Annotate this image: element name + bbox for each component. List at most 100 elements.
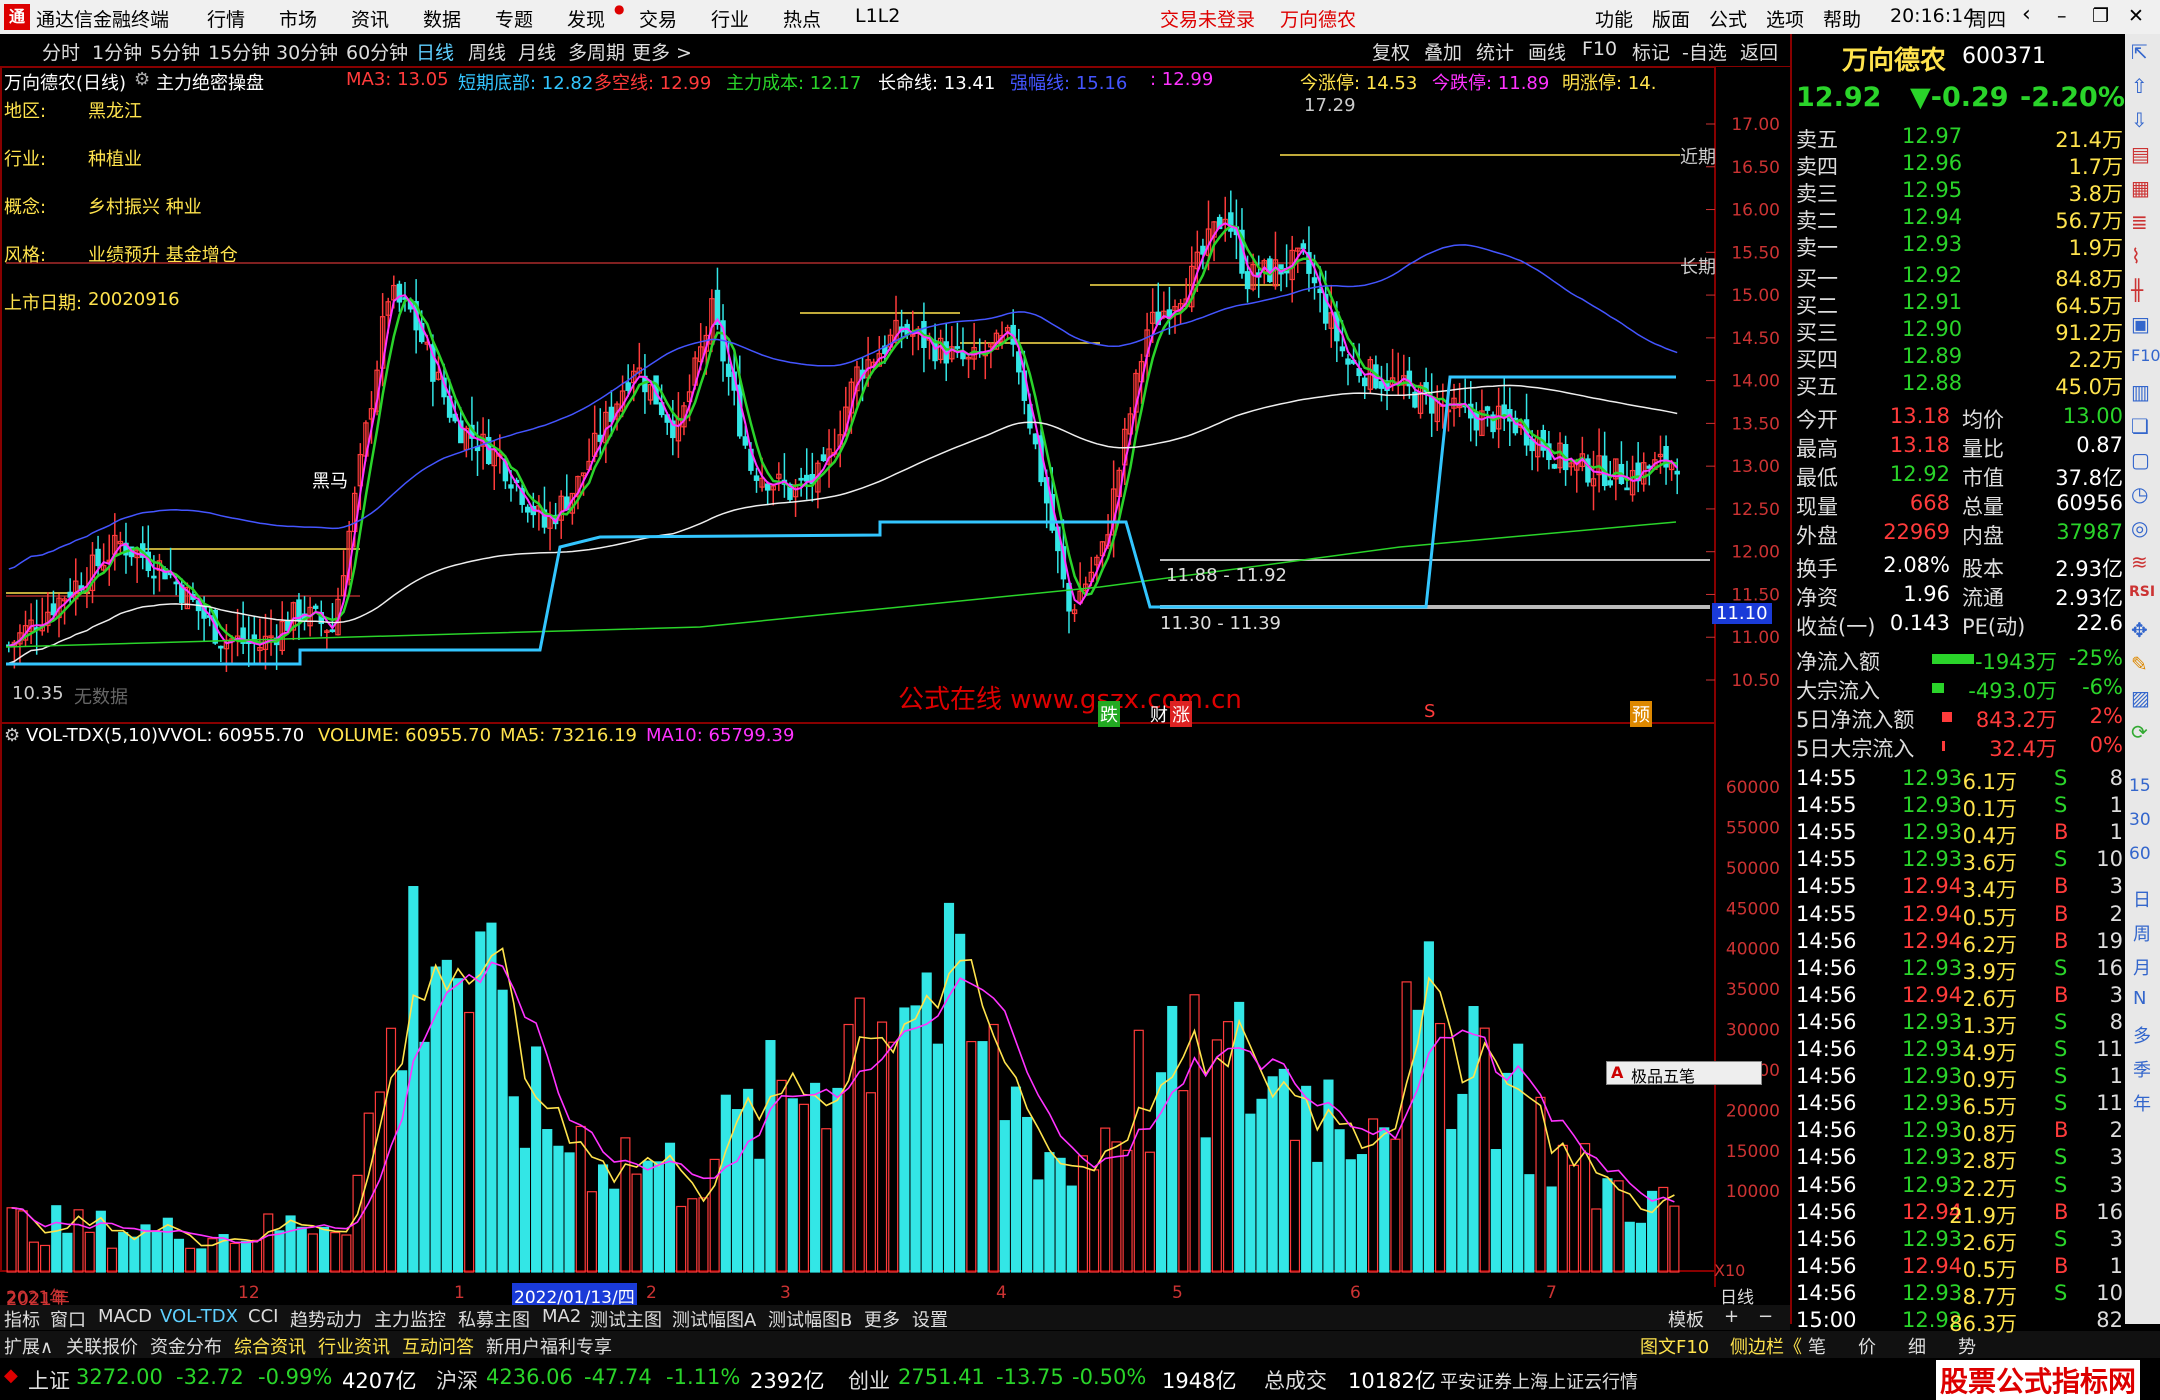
- table-icon[interactable]: ▣: [2131, 312, 2150, 336]
- remove-icon[interactable]: −: [1758, 1306, 1773, 1327]
- menu-item-news[interactable]: 资讯: [351, 5, 389, 32]
- menu-item-options[interactable]: 选项: [1766, 5, 1804, 32]
- menu-item-data[interactable]: 数据: [423, 5, 461, 32]
- menu-item-layout[interactable]: 版面: [1652, 5, 1690, 32]
- menu-item-discover[interactable]: 发现: [567, 5, 605, 32]
- tab-related-quote[interactable]: 关联报价: [66, 1333, 138, 1359]
- side-num-30[interactable]: 30: [2129, 810, 2151, 830]
- tab-fund-dist[interactable]: 资金分布: [150, 1333, 222, 1359]
- side-week[interactable]: 周: [2133, 920, 2151, 946]
- tab-f10-graph[interactable]: 图文F10: [1640, 1333, 1709, 1359]
- tab-macd[interactable]: MACD: [98, 1306, 152, 1327]
- box-icon[interactable]: ▢: [2131, 448, 2150, 472]
- move-icon[interactable]: ✥: [2131, 618, 2148, 642]
- grid-icon[interactable]: ▦: [2131, 176, 2150, 200]
- tab-cci[interactable]: CCI: [248, 1306, 278, 1327]
- tab-test-main[interactable]: 测试主图: [590, 1306, 662, 1332]
- tab-period-weekly[interactable]: 周线: [468, 38, 506, 65]
- tool-adjust[interactable]: 复权: [1372, 38, 1410, 65]
- copy-icon[interactable]: ❏: [2131, 414, 2149, 438]
- clock-icon[interactable]: ◷: [2131, 482, 2148, 506]
- menu-item-help[interactable]: 帮助: [1823, 5, 1861, 32]
- tab-private-main[interactable]: 私募主图: [458, 1306, 530, 1332]
- side-day[interactable]: 日: [2133, 886, 2151, 912]
- menu-item-l1l2[interactable]: L1L2: [855, 5, 900, 27]
- menu-item-topics[interactable]: 专题: [495, 5, 533, 32]
- side-season[interactable]: 季: [2133, 1056, 2151, 1082]
- chart-area[interactable]: 17.00 16.50 16.00 15.50 15.00 14.50 14.00 13.50…: [0, 66, 1790, 1310]
- chart-icon[interactable]: ▤: [2131, 142, 2150, 166]
- tab-new-user[interactable]: 新用户福利专享: [486, 1333, 612, 1359]
- menu-item-hot[interactable]: 热点: [783, 5, 821, 32]
- tab-price[interactable]: 价: [1858, 1333, 1876, 1359]
- tab-window[interactable]: 窗口: [50, 1306, 86, 1332]
- wave-icon[interactable]: ≋: [2131, 550, 2148, 574]
- indicator-gear-icon[interactable]: ⚙: [134, 69, 150, 90]
- tab-period-1m[interactable]: 1分钟: [92, 38, 142, 65]
- refresh-icon[interactable]: ⟳: [2131, 720, 2148, 744]
- side-n[interactable]: N: [2133, 988, 2146, 1009]
- pen-icon[interactable]: ✎: [2131, 652, 2148, 676]
- ime-toolbar[interactable]: A 极品五笔: [1606, 1061, 1762, 1086]
- menu-item-trade[interactable]: 交易: [639, 5, 677, 32]
- tab-qa[interactable]: 互动问答: [402, 1333, 474, 1359]
- tab-period-multi[interactable]: 多周期: [568, 38, 625, 65]
- tab-trend-power[interactable]: 趋势动力: [290, 1306, 362, 1332]
- side-num-15[interactable]: 15: [2129, 776, 2151, 796]
- arrow-up-icon[interactable]: ⇧: [2131, 74, 2148, 98]
- tab-expand[interactable]: 扩展∧: [4, 1333, 53, 1359]
- tool-return[interactable]: 返回: [1740, 38, 1778, 65]
- tab-test-b[interactable]: 测试幅图B: [768, 1306, 852, 1332]
- back-icon[interactable]: ‹: [2022, 2, 2031, 27]
- line-icon[interactable]: ⌇: [2131, 244, 2141, 268]
- vol-gear-icon[interactable]: ⚙: [4, 725, 20, 746]
- tab-period-15m[interactable]: 15分钟: [208, 38, 270, 65]
- tab-ma2[interactable]: MA2: [542, 1306, 581, 1327]
- restore-icon[interactable]: ❐: [2092, 5, 2109, 27]
- list-icon[interactable]: ≣: [2131, 210, 2148, 234]
- tool-draw[interactable]: 画线: [1528, 38, 1566, 65]
- login-status[interactable]: 交易未登录: [1160, 5, 1255, 32]
- kline-icon[interactable]: ╫: [2131, 278, 2143, 302]
- tab-period-60m[interactable]: 60分钟: [346, 38, 408, 65]
- menu-item-function[interactable]: 功能: [1595, 5, 1633, 32]
- add-icon[interactable]: +: [1724, 1306, 1739, 1327]
- tab-more[interactable]: 更多: [864, 1306, 900, 1332]
- rsi-icon[interactable]: RSI: [2129, 584, 2155, 600]
- minimize-icon[interactable]: –: [2057, 5, 2067, 27]
- side-multi[interactable]: 多: [2133, 1022, 2151, 1048]
- tool-overlay[interactable]: 叠加: [1424, 38, 1462, 65]
- arrow-down-icon[interactable]: ⇩: [2131, 108, 2148, 132]
- tool-mark[interactable]: 标记: [1632, 38, 1670, 65]
- tool-f10[interactable]: F10: [1582, 38, 1617, 60]
- menu-item-formula[interactable]: 公式: [1709, 5, 1747, 32]
- tab-template[interactable]: 模板: [1668, 1306, 1704, 1332]
- index-sh-name[interactable]: 上证: [28, 1365, 70, 1395]
- close-icon[interactable]: ✕: [2128, 5, 2144, 27]
- vol-title[interactable]: VOL-TDX(5,10): [26, 725, 158, 746]
- tab-indicator[interactable]: 指标: [4, 1306, 40, 1332]
- tool-stats[interactable]: 统计: [1476, 38, 1514, 65]
- tool-watchlist[interactable]: -自选: [1682, 38, 1727, 65]
- tab-industry-news[interactable]: 行业资讯: [318, 1333, 390, 1359]
- expand-icon[interactable]: ⇱: [2131, 40, 2148, 64]
- doc-icon[interactable]: ▥: [2131, 380, 2150, 404]
- tab-test-a[interactable]: 测试幅图A: [672, 1306, 756, 1332]
- tab-period-5m[interactable]: 5分钟: [150, 38, 200, 65]
- tab-main-monitor[interactable]: 主力监控: [374, 1306, 446, 1332]
- kline-svg[interactable]: 17.00 16.50 16.00 15.50 15.00 14.50 14.00 13.50…: [0, 66, 1790, 1287]
- tab-trades[interactable]: 笔: [1808, 1333, 1826, 1359]
- side-month[interactable]: 月: [2133, 954, 2151, 980]
- image-icon[interactable]: ▨: [2131, 686, 2150, 710]
- index-cy-name[interactable]: 创业: [848, 1365, 890, 1395]
- tab-period-30m[interactable]: 30分钟: [276, 38, 338, 65]
- index-hs-name[interactable]: 沪深: [436, 1365, 478, 1395]
- menu-item-quotes[interactable]: 行情: [207, 5, 245, 32]
- tab-sidebar[interactable]: 侧边栏《: [1730, 1333, 1802, 1359]
- side-year[interactable]: 年: [2133, 1090, 2151, 1116]
- f10-icon[interactable]: F10: [2131, 346, 2160, 365]
- tab-period-more[interactable]: 更多 >: [632, 38, 692, 65]
- menu-item-market[interactable]: 市场: [279, 5, 317, 32]
- menu-item-industry[interactable]: 行业: [711, 5, 749, 32]
- tab-period-daily[interactable]: 日线: [416, 38, 454, 65]
